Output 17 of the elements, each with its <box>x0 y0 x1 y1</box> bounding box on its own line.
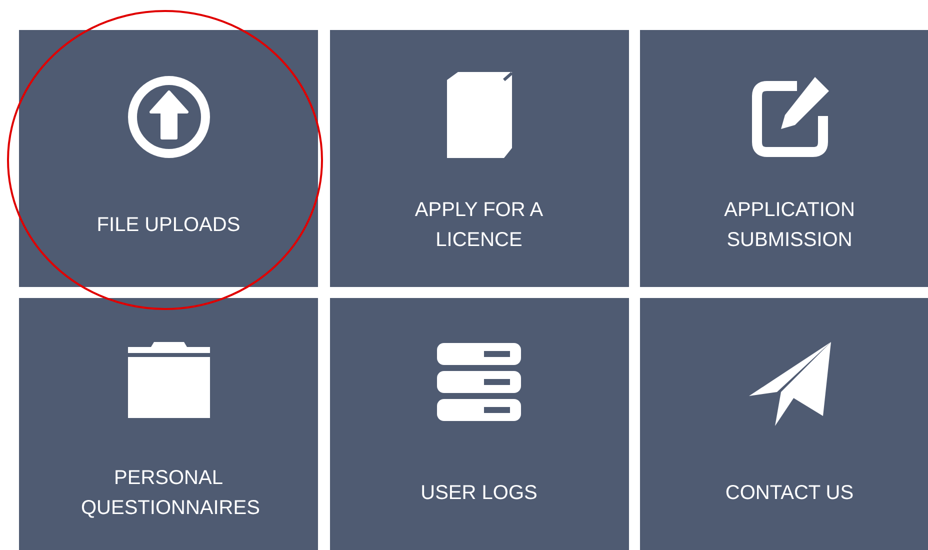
menu-tile[interactable]: APPLICATION SUBMISSION <box>640 30 928 287</box>
tile-label: USER LOGS <box>420 480 538 506</box>
menu-tile[interactable]: FILE UPLOADS <box>19 30 318 287</box>
paper-plane-icon <box>748 342 830 426</box>
upload-icon <box>128 76 210 158</box>
folder-icon <box>128 342 210 418</box>
tile-label: APPLY FOR A LICENCE <box>414 198 544 252</box>
tile-label: APPLICATION SUBMISSION <box>723 198 856 252</box>
menu-tile[interactable]: USER LOGS <box>330 298 628 550</box>
menu-tile[interactable]: APPLY FOR A LICENCE <box>330 30 628 287</box>
server-icon <box>437 343 521 421</box>
book-icon <box>447 72 513 158</box>
tile-label: FILE UPLOADS <box>96 212 240 238</box>
menu-tile[interactable]: CONTACT US <box>640 298 928 550</box>
edit-icon <box>752 77 828 157</box>
menu-tile[interactable]: PERSONAL QUESTIONNAIRES <box>19 298 318 550</box>
tile-label: CONTACT US <box>725 480 854 506</box>
